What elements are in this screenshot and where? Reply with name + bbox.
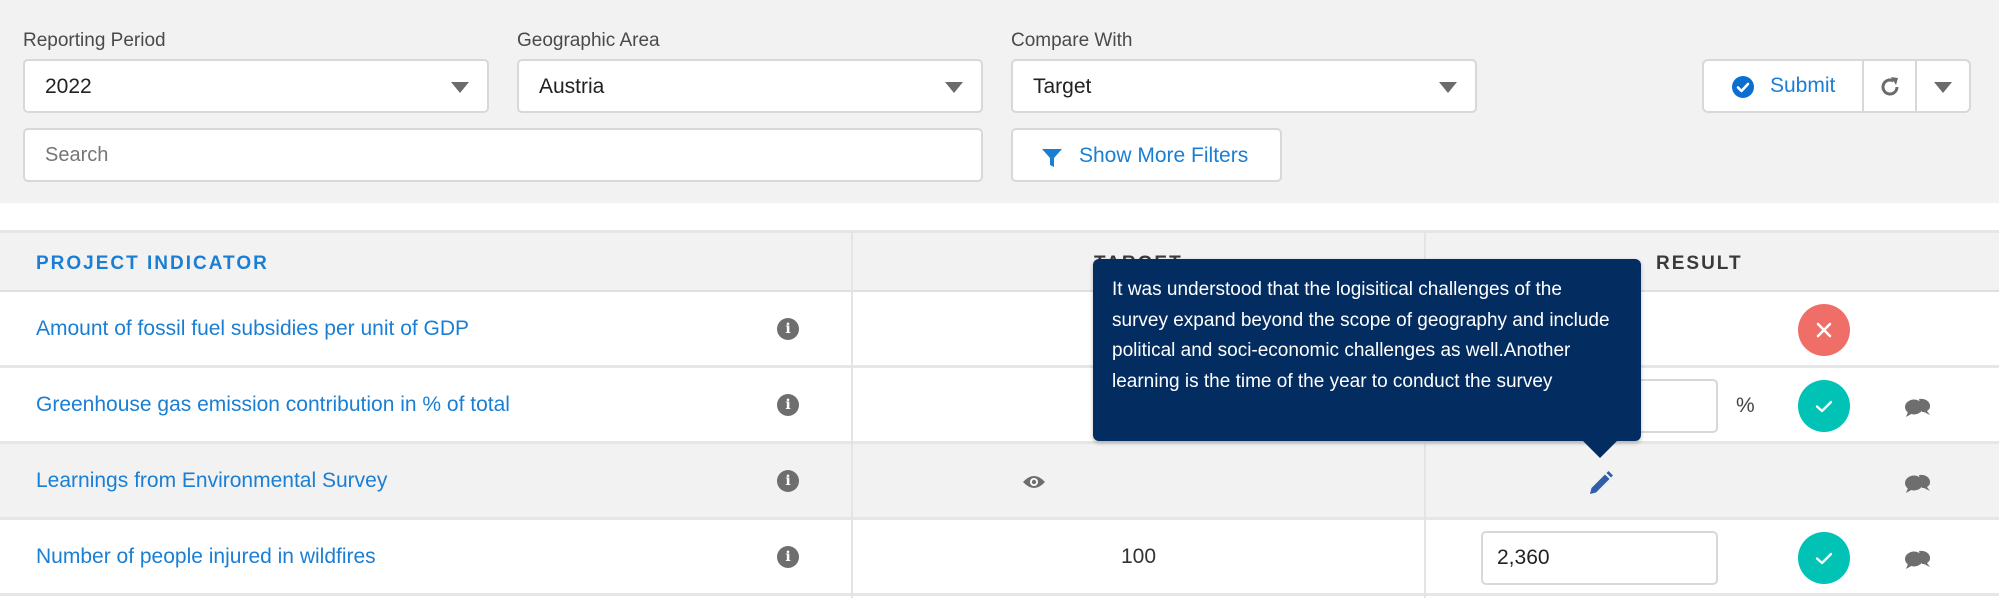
table-header: PROJECT INDICATOR TARGET RESULT [0,230,1999,292]
learnings-tooltip: It was understood that the logisitical c… [1093,259,1641,458]
target-value: 100 [1120,545,1157,568]
submit-label: Submit [1770,74,1836,97]
pencil-icon[interactable] [1587,471,1613,497]
indicator-link[interactable]: Learnings from Environmental Survey [36,469,387,493]
chevron-down-icon [1934,82,1952,93]
reporting-period-value: 2022 [45,75,92,98]
chevron-down-icon [451,82,469,93]
comments-icon[interactable] [1905,396,1931,418]
chevron-down-icon [1439,82,1457,93]
column-header-project-indicator[interactable]: PROJECT INDICATOR [36,253,269,275]
submit-button[interactable]: Submit [1704,61,1864,111]
info-icon[interactable]: i [777,318,799,340]
table-row: Amount of fossil fuel subsidies per unit… [0,292,1999,368]
show-more-filters-button[interactable]: Show More Filters [1011,128,1282,182]
reporting-period-select[interactable]: 2022 [23,59,489,113]
info-icon[interactable]: i [777,546,799,568]
status-pass-button[interactable] [1798,532,1850,584]
filter-icon [1042,149,1062,167]
table-row: Learnings from Environmental Survey i [0,444,1999,520]
check-circle-icon [1732,76,1754,98]
comments-icon[interactable] [1905,548,1931,570]
check-icon [1815,552,1833,565]
info-icon[interactable]: i [777,470,799,492]
refresh-button[interactable] [1864,61,1917,111]
comments-icon[interactable] [1905,472,1931,494]
status-pass-button[interactable] [1798,380,1850,432]
search-input[interactable] [23,128,983,182]
submit-button-group: Submit [1702,59,1971,113]
eye-icon[interactable] [1022,473,1046,491]
table-row: Greenhouse gas emission contribution in … [0,368,1999,444]
table-row: Number of people injured in wildfires i … [0,520,1999,596]
compare-with-select[interactable]: Target [1011,59,1477,113]
unit-label: % [1736,394,1755,417]
info-icon[interactable]: i [777,394,799,416]
refresh-icon [1881,77,1899,96]
geographic-area-select[interactable]: Austria [517,59,983,113]
status-fail-button[interactable] [1798,304,1850,356]
more-actions-button[interactable] [1917,61,1969,111]
chevron-down-icon [945,82,963,93]
close-icon [1816,322,1832,338]
result-input[interactable] [1481,531,1718,585]
indicator-link[interactable]: Number of people injured in wildfires [36,545,376,569]
filters-panel: Reporting Period 2022 Geographic Area Au… [0,0,1999,203]
geographic-area-value: Austria [539,75,605,98]
geographic-area-label: Geographic Area [517,30,660,51]
show-more-filters-label: Show More Filters [1079,144,1249,167]
indicator-link[interactable]: Amount of fossil fuel subsidies per unit… [36,317,469,341]
compare-with-value: Target [1033,75,1092,98]
reporting-period-label: Reporting Period [23,30,166,51]
column-divider [851,230,853,598]
indicator-link[interactable]: Greenhouse gas emission contribution in … [36,393,510,417]
compare-with-label: Compare With [1011,30,1133,51]
column-header-result: RESULT [1656,253,1743,274]
check-icon [1815,400,1833,413]
